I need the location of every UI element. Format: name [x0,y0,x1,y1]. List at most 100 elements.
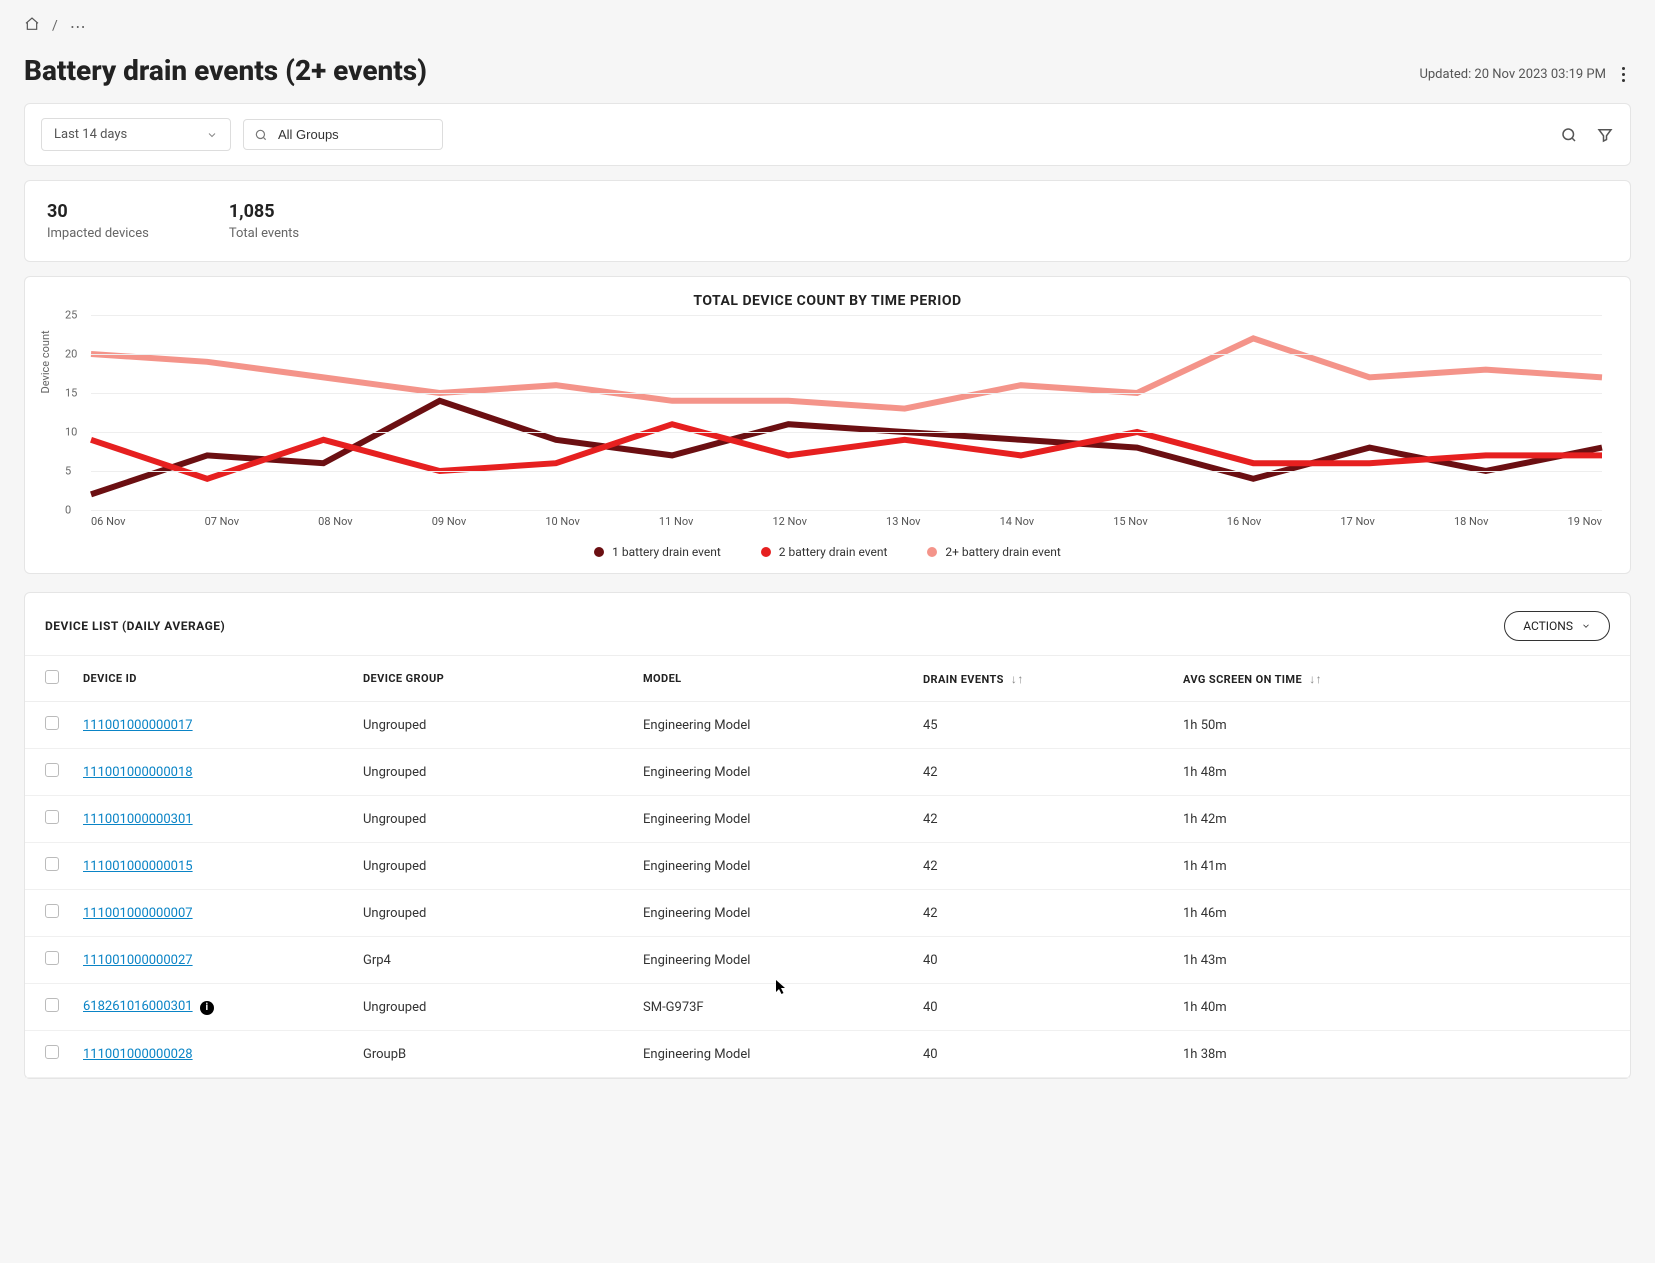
row-checkbox[interactable] [45,763,59,777]
device-group-cell: Grp4 [351,937,631,984]
drain-events-cell: 45 [911,702,1171,749]
table-row: 111001000000007UngroupedEngineering Mode… [25,890,1630,937]
avg-screen-cell: 1h 41m [1171,843,1630,890]
device-id-link[interactable]: 111001000000015 [83,859,193,874]
x-tick: 06 Nov [91,515,125,535]
stat-total-value: 1,085 [229,201,299,222]
device-model-cell: SM-G973F [631,984,911,1031]
col-model[interactable]: MODEL [631,656,911,702]
x-tick: 11 Nov [659,515,693,535]
y-tick: 15 [65,387,77,400]
device-model-cell: Engineering Model [631,702,911,749]
filter-button[interactable] [1596,126,1614,144]
avg-screen-cell: 1h 40m [1171,984,1630,1031]
drain-events-cell: 42 [911,796,1171,843]
date-range-select[interactable]: Last 14 days [41,118,231,151]
device-id-link[interactable]: 111001000000017 [83,718,193,733]
table-row: 618261016000301 iUngroupedSM-G973F401h 4… [25,984,1630,1031]
page-title: Battery drain events (2+ events) [24,54,427,87]
row-checkbox[interactable] [45,951,59,965]
device-id-link[interactable]: 618261016000301 [83,999,193,1014]
device-model-cell: Engineering Model [631,843,911,890]
avg-screen-cell: 1h 46m [1171,890,1630,937]
x-tick: 10 Nov [545,515,579,535]
device-id-link[interactable]: 111001000000301 [83,812,193,827]
drain-events-cell: 40 [911,937,1171,984]
row-checkbox[interactable] [45,998,59,1012]
row-checkbox[interactable] [45,857,59,871]
table-row: 111001000000018UngroupedEngineering Mode… [25,749,1630,796]
home-icon[interactable] [24,16,40,36]
breadcrumb: / ⋯ [24,16,1631,36]
device-list-title: DEVICE LIST (DAILY AVERAGE) [45,619,225,633]
page-menu-button[interactable] [1616,61,1631,88]
stat-impacted-label: Impacted devices [47,226,149,241]
device-model-cell: Engineering Model [631,796,911,843]
y-tick: 20 [65,348,77,361]
drain-events-cell: 42 [911,843,1171,890]
x-tick: 07 Nov [205,515,239,535]
y-tick: 10 [65,426,77,439]
x-tick: 18 Nov [1454,515,1488,535]
stat-impacted-value: 30 [47,201,149,222]
x-tick: 13 Nov [886,515,920,535]
device-table: DEVICE ID DEVICE GROUP MODEL DRAIN EVENT… [25,655,1630,1078]
x-tick: 12 Nov [772,515,806,535]
device-group-cell: GroupB [351,1031,631,1078]
swatch-1 [594,547,604,557]
row-checkbox[interactable] [45,810,59,824]
drain-events-cell: 42 [911,890,1171,937]
sort-icon: ↓↑ [1309,672,1322,686]
row-checkbox[interactable] [45,904,59,918]
x-tick: 15 Nov [1113,515,1147,535]
col-device-group[interactable]: DEVICE GROUP [351,656,631,702]
legend-item-1[interactable]: 1 battery drain event [594,545,721,559]
device-id-link[interactable]: 111001000000027 [83,953,193,968]
swatch-2 [761,547,771,557]
x-tick: 14 Nov [1000,515,1034,535]
x-tick: 16 Nov [1227,515,1261,535]
x-tick: 08 Nov [318,515,352,535]
col-drain-events[interactable]: DRAIN EVENTS ↓↑ [911,656,1171,702]
stat-total: 1,085 Total events [229,201,299,241]
col-avg-screen[interactable]: AVG SCREEN ON TIME ↓↑ [1171,656,1630,702]
device-list-panel: DEVICE LIST (DAILY AVERAGE) ACTIONS DEVI… [24,592,1631,1079]
device-group-cell: Ungrouped [351,890,631,937]
chart-legend: 1 battery drain event 2 battery drain ev… [45,535,1610,563]
legend-item-2[interactable]: 2 battery drain event [761,545,888,559]
chart-y-label: Device count [39,330,52,393]
col-device-id[interactable]: DEVICE ID [71,656,351,702]
device-group-cell: Ungrouped [351,749,631,796]
chevron-down-icon [1581,621,1591,631]
search-button[interactable] [1560,126,1578,144]
chevron-down-icon [206,129,218,141]
group-search[interactable] [243,119,443,150]
stat-total-label: Total events [229,226,299,241]
device-group-cell: Ungrouped [351,984,631,1031]
chart-area: Device count 0510152025 06 Nov07 Nov08 N… [45,315,1610,535]
x-tick: 17 Nov [1340,515,1374,535]
legend-item-3[interactable]: 2+ battery drain event [927,545,1060,559]
device-group-cell: Ungrouped [351,796,631,843]
select-all-checkbox[interactable] [45,670,59,684]
info-icon[interactable]: i [200,1001,214,1015]
table-row: 111001000000027Grp4Engineering Model401h… [25,937,1630,984]
device-id-link[interactable]: 111001000000007 [83,906,193,921]
y-tick: 25 [65,309,77,322]
device-id-link[interactable]: 111001000000018 [83,765,193,780]
x-tick: 09 Nov [432,515,466,535]
stats-panel: 30 Impacted devices 1,085 Total events [24,180,1631,262]
device-group-cell: Ungrouped [351,843,631,890]
chart-title: TOTAL DEVICE COUNT BY TIME PERIOD [45,293,1610,309]
chart-series-line[interactable] [91,338,1602,408]
row-checkbox[interactable] [45,716,59,730]
actions-button[interactable]: ACTIONS [1504,611,1610,641]
table-row: 111001000000301 UngroupedEngineering Mode… [25,796,1630,843]
table-row: 111001000000015 UngroupedEngineering Mode… [25,843,1630,890]
group-search-input[interactable] [276,126,432,143]
device-id-link[interactable]: 111001000000028 [83,1047,193,1062]
breadcrumb-sep: / [52,18,58,34]
avg-screen-cell: 1h 38m [1171,1031,1630,1078]
breadcrumb-ellipsis[interactable]: ⋯ [70,17,88,36]
row-checkbox[interactable] [45,1045,59,1059]
